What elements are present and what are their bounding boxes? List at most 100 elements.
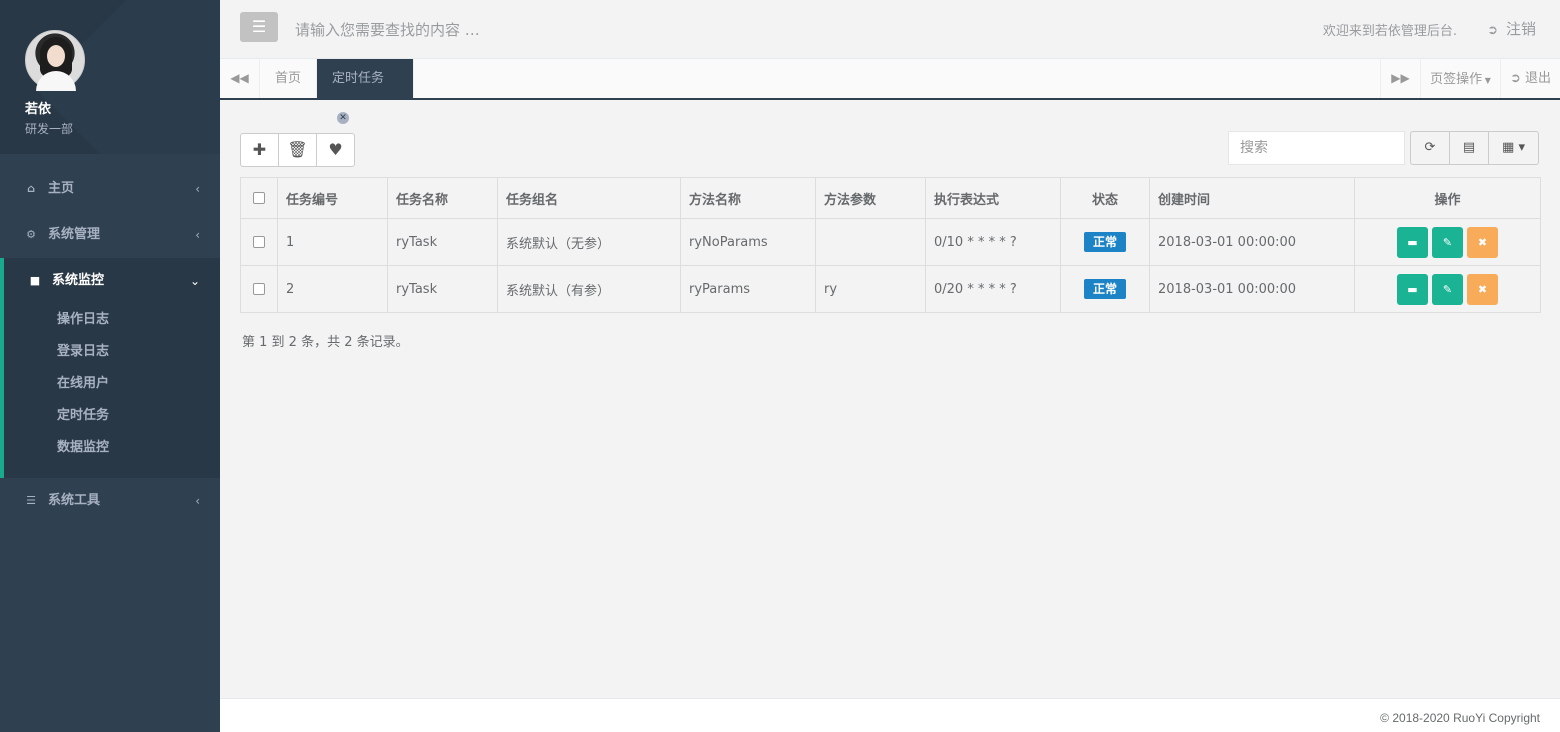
list-icon: ▤ [1462,140,1476,155]
select-all-checkbox[interactable] [240,177,278,219]
edit-icon: ✎ [1442,235,1453,249]
refresh-icon: ⟳ [1424,140,1436,155]
column-header[interactable]: 任务编号 [277,177,388,219]
video-camera-icon: ■ [29,274,41,287]
avatar[interactable] [25,30,85,91]
cell-params [815,218,926,266]
remove-button[interactable]: ✖ [1467,273,1498,305]
status-badge[interactable]: 正常 [1084,279,1126,299]
column-header[interactable]: 任务组名 [497,177,681,219]
bars-icon: ☰ [26,494,36,507]
pause-button[interactable]: ▬ [1397,273,1428,305]
sidebar-item-label: 系统工具 [48,493,101,508]
profile-panel: 若依 研发一部 [0,0,220,154]
sidebar-item-tools[interactable]: ☰ 系统工具 ‹ [0,478,220,524]
sidebar-group-monitor: ■ 系统监控 ⌄ 操作日志 登录日志 在线用户 定时任务 数据监控 [0,258,220,478]
cell-group: 系统默认（无参） [497,218,681,266]
profile-dept: 研发一部 [25,122,74,136]
tab-operations-dropdown[interactable]: 页签操作 ▼ [1420,59,1500,98]
delete-button[interactable]: 🗑 [278,133,317,167]
cell-id: 1 [277,218,388,266]
sidebar-item-system[interactable]: ⚙ 系统管理 ‹ [0,212,220,258]
caret-down-icon: ▼ [1482,76,1491,85]
table-row[interactable]: 1 ryTask 系统默认（无参） ryNoParams 0/10 * * * … [240,218,1541,266]
cell-status: 正常 [1060,218,1150,266]
edit-button[interactable]: ✎ [1432,273,1463,305]
tab-home[interactable]: 首页 [260,59,317,98]
pause-button[interactable]: ▬ [1397,226,1428,258]
gear-icon: ⚙ [26,228,36,241]
heart-icon: ♥ [328,140,343,159]
column-header[interactable]: 状态 [1060,177,1150,219]
forward-icon: ▶▶ [1391,71,1410,85]
chevron-left-icon: ‹ [195,182,200,196]
sidebar-item-monitor[interactable]: ■ 系统监控 ⌄ [4,258,220,304]
sidebar-subitem-oper-log[interactable]: 操作日志 [4,304,220,336]
cell-cron: 0/20 * * * * ? [925,265,1061,313]
chevron-left-icon: ‹ [195,494,200,508]
tab-exit-button[interactable]: ➲ 退出 [1500,59,1560,98]
table-toolbar: ✚ 🗑 ♥ [240,133,355,167]
row-checkbox[interactable] [240,218,278,266]
sidebar: 若依 研发一部 ⌂ 主页 ‹ ⚙ 系统管理 ‹ ■ 系统监控 ⌄ 操作日志 登录日志 … [0,0,220,732]
sidebar-submenu: 操作日志 登录日志 在线用户 定时任务 数据监控 [4,304,220,478]
cell-name: ryTask [387,218,498,266]
sign-out-icon: ➲ [1509,71,1525,86]
global-search-input[interactable]: 请输入您需要查找的内容 … [295,19,480,40]
table-tools: ⟳ ▤ ▦ ▾ [1410,131,1539,165]
menu-toggle-button[interactable]: ☰ [240,12,278,42]
profile-name[interactable]: 若依 [25,98,220,117]
refresh-button[interactable]: ⟳ [1410,131,1450,165]
grid-icon: ▦ [1502,140,1515,155]
cell-created: 2018-03-01 00:00:00 [1149,265,1355,313]
sidebar-item-home[interactable]: ⌂ 主页 ‹ [0,166,220,212]
column-header[interactable]: 方法参数 [815,177,926,219]
chevron-down-icon: ⌄ [189,274,200,288]
status-badge[interactable]: 正常 [1084,232,1126,252]
table-row[interactable]: 2 ryTask 系统默认（有参） ryParams ry 0/20 * * *… [240,265,1541,313]
backward-icon: ◀◀ [230,71,249,85]
sidebar-subitem-scheduled-task[interactable]: 定时任务 [4,400,220,432]
add-button[interactable]: ✚ [240,133,279,167]
sidebar-subitem-online-user[interactable]: 在线用户 [4,368,220,400]
remove-button[interactable]: ✖ [1467,226,1498,258]
cell-method: ryNoParams [680,218,816,266]
logout-button[interactable]: ➲ 注销 [1487,18,1536,39]
sidebar-item-label: 主页 [48,181,75,196]
logout-label: 注销 [1505,20,1536,38]
favorite-button[interactable]: ♥ [316,133,355,167]
tabs-bar: ◀◀ 首页 定时任务 ✕ ▶▶ 页签操作 ▼ ➲ 退出 [220,59,1560,124]
trash-icon: 🗑 [287,140,308,159]
welcome-text: 欢迎来到若依管理后台. [1322,24,1457,39]
column-header[interactable]: 创建时间 [1149,177,1355,219]
pagination-summary: 第 1 到 2 条，共 2 条记录。 [242,335,409,350]
top-bar: ☰ 请输入您需要查找的内容 … 欢迎来到若依管理后台. ➲ 注销 [220,0,1560,59]
task-table: 任务编号 任务名称 任务组名 方法名称 方法参数 执行表达式 状态 创建时间 操… [240,177,1541,313]
tab-exit-label: 退出 [1525,71,1552,86]
edit-icon: ✎ [1442,282,1453,296]
plus-icon: ✚ [252,140,267,159]
tab-scroll-left-button[interactable]: ◀◀ [220,59,260,98]
sidebar-subitem-login-log[interactable]: 登录日志 [4,336,220,368]
row-checkbox[interactable] [240,265,278,313]
column-header[interactable]: 执行表达式 [925,177,1061,219]
table-search-input[interactable]: 搜索 [1228,131,1405,165]
tab-scheduled-task[interactable]: 定时任务 ✕ [317,59,414,124]
column-header: 操作 [1354,177,1541,219]
column-header[interactable]: 任务名称 [387,177,498,219]
cell-method: ryParams [680,265,816,313]
tab-ops-label: 页签操作 [1430,72,1483,87]
minus-icon: ▬ [1407,282,1418,296]
columns-button[interactable]: ▦ ▾ [1488,131,1539,165]
cell-actions: ▬ ✎ ✖ [1354,265,1541,313]
column-header[interactable]: 方法名称 [680,177,816,219]
toggle-view-button[interactable]: ▤ [1449,131,1489,165]
cell-params: ry [815,265,926,313]
edit-button[interactable]: ✎ [1432,226,1463,258]
close-icon[interactable]: ✕ [337,111,349,124]
cell-cron: 0/10 * * * * ? [925,218,1061,266]
cell-name: ryTask [387,265,498,313]
home-icon: ⌂ [27,182,35,195]
sidebar-subitem-data-monitor[interactable]: 数据监控 [4,432,220,464]
tab-scroll-right-button[interactable]: ▶▶ [1380,59,1420,98]
